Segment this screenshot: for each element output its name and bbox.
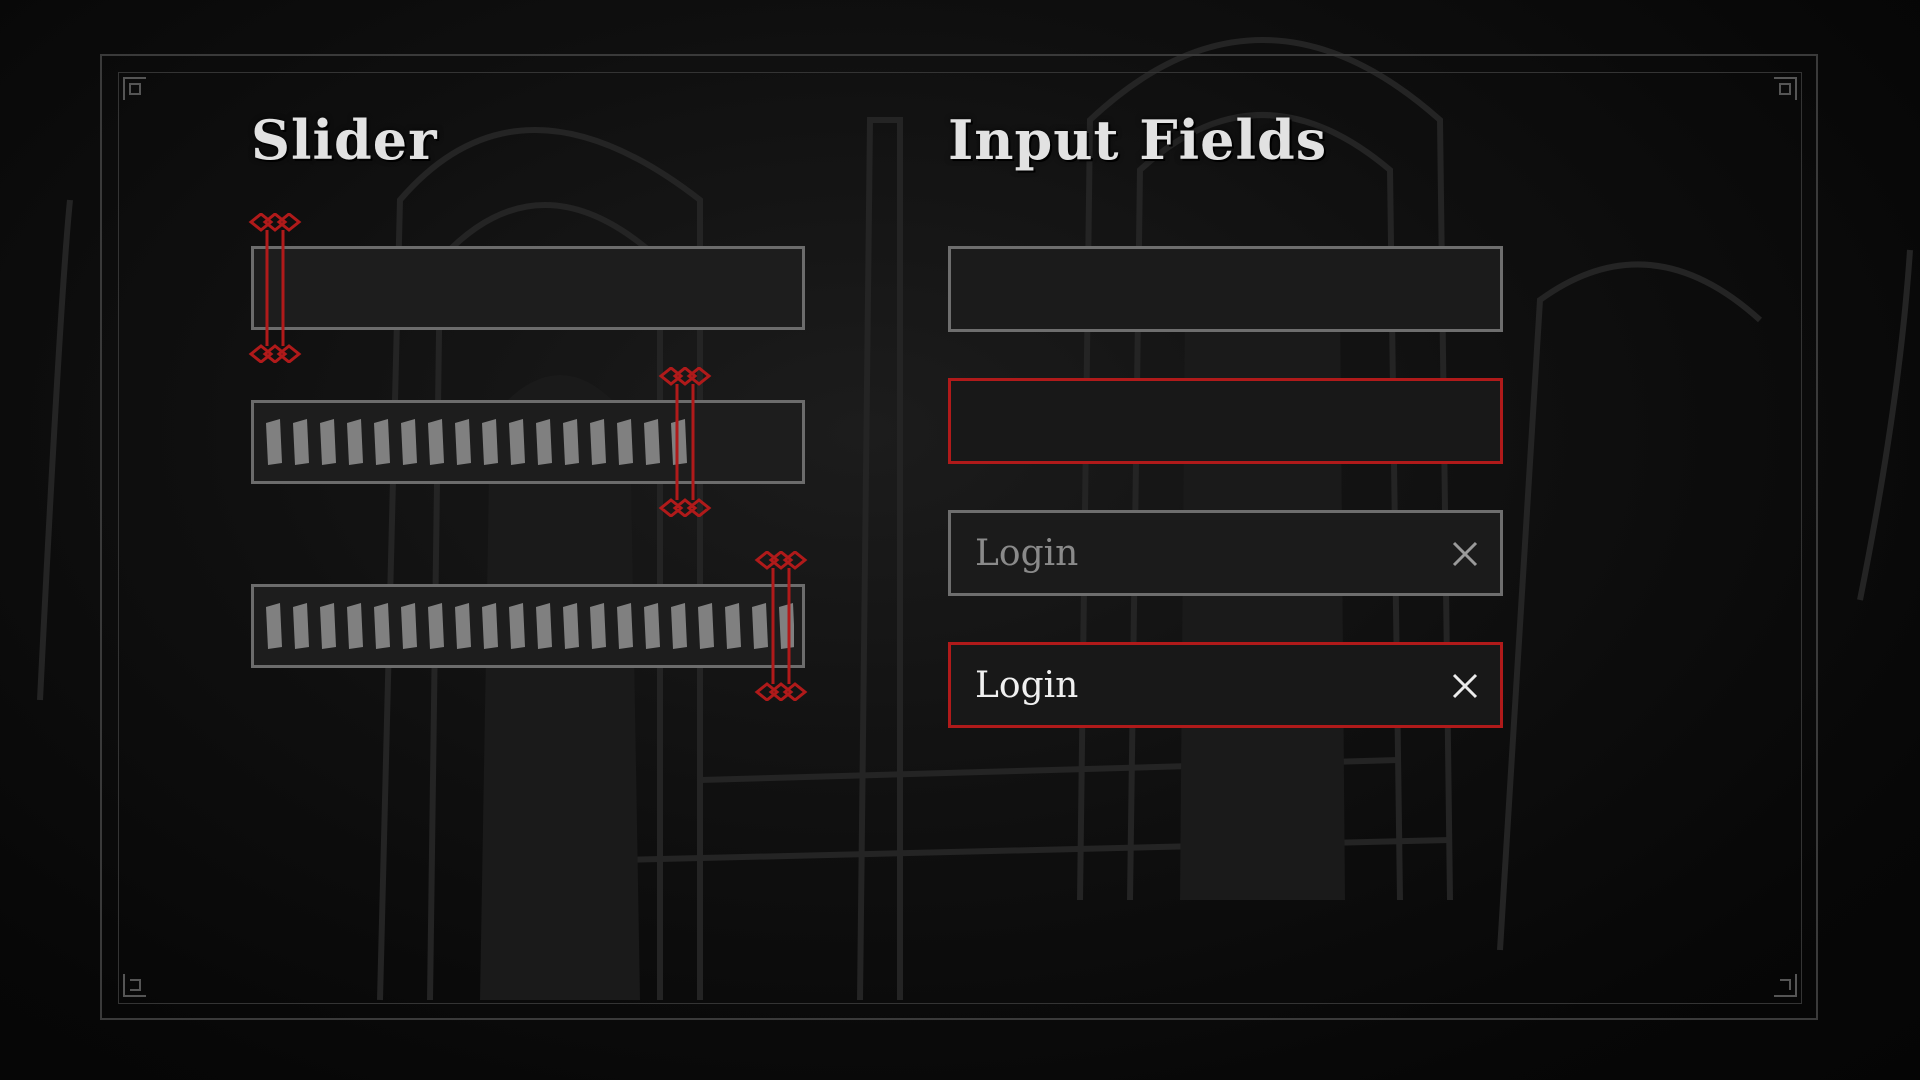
text-input-login-filled[interactable]: Login — [948, 642, 1503, 728]
handle-top-diamonds — [754, 551, 808, 570]
slider-notch — [509, 419, 525, 465]
slider-notch — [563, 603, 579, 649]
slider-notch — [455, 603, 471, 649]
slider-fill-notches — [266, 603, 794, 649]
slider-handle[interactable] — [247, 213, 303, 363]
handle-bottom-diamonds — [658, 498, 712, 517]
slider-notch — [293, 603, 309, 649]
input-fields-section-title: Input Fields — [948, 108, 1328, 172]
slider-notch — [617, 603, 633, 649]
slider-notch — [644, 603, 660, 649]
corner-ornament-icon — [123, 77, 146, 100]
slider-track[interactable] — [251, 400, 805, 484]
close-icon[interactable] — [1450, 539, 1480, 569]
slider-notch — [266, 603, 282, 649]
slider-fill — [262, 601, 794, 651]
text-input-default[interactable] — [948, 246, 1503, 332]
slider-notch — [428, 419, 444, 465]
slider-notch — [482, 603, 498, 649]
handle-bottom-diamonds — [248, 344, 302, 363]
slider-track[interactable] — [251, 584, 805, 668]
handle-top-diamonds — [658, 367, 712, 386]
slider-notch — [347, 603, 363, 649]
slider-notch — [482, 419, 498, 465]
slider-notch — [293, 419, 309, 465]
corner-ornament-icon — [123, 974, 146, 997]
slider-fill-notches — [266, 419, 687, 465]
text-input-focused[interactable] — [948, 378, 1503, 464]
slider-track[interactable] — [251, 246, 805, 330]
slider-notch — [320, 603, 336, 649]
text-input-login-placeholder[interactable]: Login — [948, 510, 1503, 596]
slider-notch — [401, 603, 417, 649]
handle-bottom-diamonds — [754, 682, 808, 701]
handle-top-diamonds — [248, 213, 302, 232]
input-placeholder: Login — [975, 533, 1079, 574]
input-value: Login — [975, 665, 1079, 706]
slider-section-title: Slider — [251, 108, 438, 172]
slider-notch — [347, 419, 363, 465]
slider-notch — [536, 603, 552, 649]
slider-notch — [401, 419, 417, 465]
slider-notch — [266, 419, 282, 465]
close-icon[interactable] — [1450, 671, 1480, 701]
slider-notch — [509, 603, 525, 649]
slider-notch — [563, 419, 579, 465]
slider-fill — [262, 417, 693, 467]
slider-notch — [320, 419, 336, 465]
slider-notch — [698, 603, 714, 649]
slider-notch — [455, 419, 471, 465]
slider-notch — [536, 419, 552, 465]
slider-notch — [590, 603, 606, 649]
slider-notch — [374, 603, 390, 649]
slider-notch — [671, 603, 687, 649]
slider-notch — [374, 419, 390, 465]
slider-notch — [428, 603, 444, 649]
corner-ornament-icon — [1774, 77, 1797, 100]
slider-handle[interactable] — [657, 367, 713, 517]
slider-notch — [590, 419, 606, 465]
slider-notch — [617, 419, 633, 465]
slider-handle[interactable] — [753, 551, 809, 701]
slider-notch — [725, 603, 741, 649]
corner-ornament-icon — [1774, 974, 1797, 997]
